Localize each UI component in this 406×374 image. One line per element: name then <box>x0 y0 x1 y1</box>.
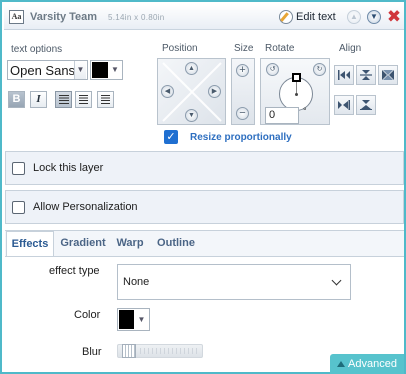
move-down-button[interactable]: ▼ <box>185 109 198 122</box>
effect-color-swatch <box>119 310 134 329</box>
chevron-down-icon: ▼ <box>74 61 86 79</box>
layer-title: Varsity Team <box>30 11 98 23</box>
resize-proportionally-label: Resize proportionally <box>190 131 292 143</box>
align-left-button[interactable] <box>334 65 354 85</box>
tab-warp[interactable]: Warp <box>113 231 147 257</box>
chevron-down-icon: ▼ <box>111 65 119 74</box>
chevron-up-icon: ▲ <box>350 12 358 21</box>
rotation-dial[interactable] <box>279 73 313 111</box>
blur-label: Blur <box>82 346 102 358</box>
pencil-icon <box>279 10 293 24</box>
move-left-button[interactable]: ◀ <box>161 85 174 98</box>
size-controls: + − <box>231 58 255 125</box>
move-right-button[interactable]: ▶ <box>208 85 221 98</box>
edit-text-label: Edit text <box>296 11 336 23</box>
allow-personalization-label: Allow Personalization <box>33 201 138 213</box>
chevron-down-icon: ▼ <box>370 12 378 21</box>
position-pad: ▲ ▼ ◀ ▶ <box>157 58 226 125</box>
align-vertical-center-icon <box>360 70 372 80</box>
align-right-button[interactable] <box>334 95 354 115</box>
tab-effects[interactable]: Effects <box>6 231 54 258</box>
panel-header: Aa Varsity Team 5.14in x 0.80in Edit tex… <box>4 4 404 30</box>
lock-layer-checkbox[interactable] <box>12 161 25 175</box>
resize-proportionally-toggle[interactable]: ✓ Resize proportionally <box>164 130 292 144</box>
align-both-button[interactable] <box>378 65 398 85</box>
effect-type-select[interactable]: None <box>117 264 351 300</box>
align-left-icon <box>58 95 69 104</box>
text-layer-icon: Aa <box>9 10 24 24</box>
align-label: Align <box>339 43 362 54</box>
size-label: Size <box>234 43 254 54</box>
lock-layer-label: Lock this layer <box>33 162 104 174</box>
rotate-left-button[interactable]: ↺ <box>266 63 279 76</box>
rotation-input[interactable]: 0 <box>265 107 299 124</box>
allow-personalization-row[interactable]: Allow Personalization <box>5 190 404 224</box>
decrease-size-button[interactable]: − <box>236 107 249 120</box>
align-controls <box>334 58 401 125</box>
advanced-label: Advanced <box>348 358 397 370</box>
effect-type-label: effect type <box>49 265 100 277</box>
effect-color-label: Color <box>74 309 101 321</box>
move-layer-down-button[interactable]: ▼ <box>367 10 381 24</box>
blur-slider[interactable] <box>117 344 203 358</box>
align-text-center-button[interactable] <box>75 91 92 108</box>
effect-type-value: None <box>123 276 150 288</box>
effect-color-picker[interactable]: ▼ <box>117 308 150 331</box>
lock-layer-row[interactable]: Lock this layer <box>5 151 404 185</box>
text-color-picker[interactable]: ▼ <box>90 60 123 80</box>
align-text-left-button[interactable] <box>55 91 72 108</box>
text-options-label: text options <box>11 44 63 55</box>
allow-personalization-checkbox[interactable] <box>12 200 25 214</box>
rotate-label: Rotate <box>265 43 295 54</box>
advanced-button[interactable]: Advanced <box>330 354 404 374</box>
resize-proportionally-checkbox[interactable]: ✓ <box>164 130 178 144</box>
close-button[interactable]: ✖ <box>385 8 403 26</box>
tab-outline[interactable]: Outline <box>153 231 199 257</box>
tab-gradient[interactable]: Gradient <box>57 231 109 257</box>
text-color-swatch <box>92 62 108 78</box>
chevron-down-icon: ▼ <box>137 315 146 324</box>
align-horizontal-left-icon <box>338 70 350 80</box>
degree-unit: ° <box>303 106 307 116</box>
bold-button[interactable]: B <box>8 91 25 108</box>
align-center-icon <box>79 95 88 104</box>
align-center-both-icon <box>382 70 394 80</box>
move-layer-up-button[interactable]: ▲ <box>347 10 361 24</box>
align-right-icon <box>101 95 110 104</box>
align-center-button[interactable] <box>356 65 376 85</box>
font-family-select[interactable]: Open Sans ▼ <box>7 60 88 80</box>
chevron-down-icon <box>331 275 342 285</box>
properties-panel: Aa Varsity Team 5.14in x 0.80in Edit tex… <box>0 0 406 374</box>
rotate-right-button[interactable]: ↻ <box>313 63 326 76</box>
align-text-right-button[interactable] <box>97 91 114 108</box>
move-up-button[interactable]: ▲ <box>185 62 198 75</box>
italic-button[interactable]: I <box>30 91 47 108</box>
layer-dimensions: 5.14in x 0.80in <box>108 13 165 22</box>
align-vertical-bottom-icon <box>360 100 372 110</box>
align-horizontal-right-icon <box>338 100 350 110</box>
position-label: Position <box>162 43 198 54</box>
align-bottom-button[interactable] <box>356 95 376 115</box>
triangle-up-icon <box>337 361 346 367</box>
rotation-handle[interactable] <box>292 73 301 82</box>
blur-slider-handle[interactable] <box>122 344 136 358</box>
font-family-value: Open Sans <box>10 62 74 78</box>
increase-size-button[interactable]: + <box>236 64 249 77</box>
edit-text-button[interactable]: Edit text <box>279 9 336 25</box>
effects-tab-bar: Effects Gradient Warp Outline <box>5 230 404 258</box>
